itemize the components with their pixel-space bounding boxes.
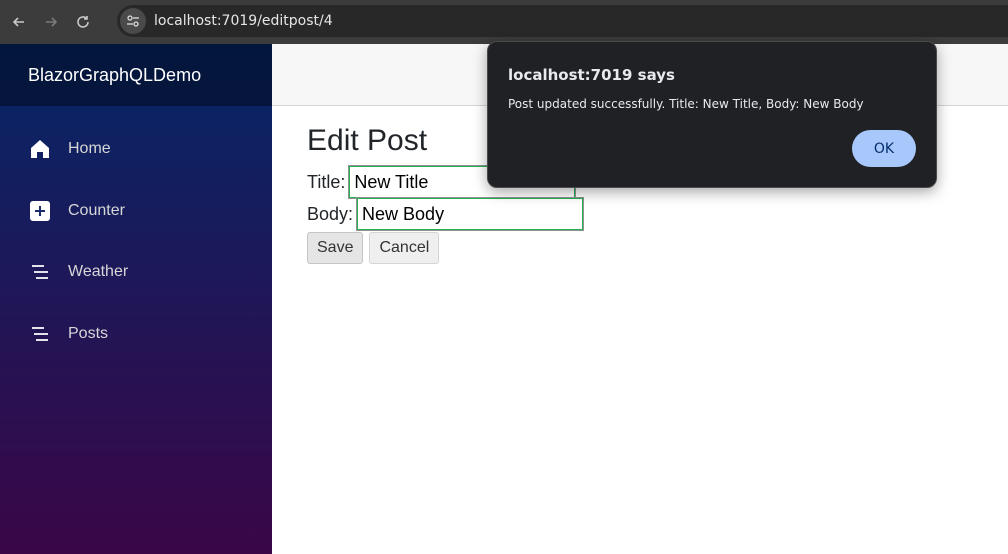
arrow-left-icon [12, 17, 24, 27]
sidebar-item-label: Counter [68, 202, 125, 219]
list-icon [28, 322, 52, 346]
brand-link[interactable]: BlazorGraphQLDemo [28, 65, 201, 86]
brand-bar: BlazorGraphQLDemo [0, 44, 272, 106]
sidebar-item-counter[interactable]: Counter [28, 196, 125, 226]
home-icon [28, 137, 52, 161]
cancel-button[interactable]: Cancel [369, 232, 440, 264]
plus-square-icon [28, 199, 52, 223]
sidebar-item-label: Home [68, 140, 111, 157]
body-label: Body: [307, 203, 354, 224]
tune-icon [127, 15, 139, 27]
ok-button[interactable]: OK [852, 130, 916, 167]
title-label: Title: [307, 171, 346, 192]
dialog-title: localhost:7019 says [508, 66, 675, 84]
arrow-right-icon [46, 17, 58, 27]
dialog-message: Post updated successfully. Title: New Ti… [508, 97, 864, 111]
alert-dialog: localhost:7019 says Post updated success… [487, 41, 937, 188]
sidebar: BlazorGraphQLDemo Home Counter Weather P… [0, 44, 272, 554]
sidebar-item-weather[interactable]: Weather [28, 257, 128, 287]
address-bar[interactable]: localhost:7019/editpost/4 [117, 5, 1008, 37]
reload-icon [77, 16, 89, 28]
sidebar-item-label: Posts [68, 325, 109, 342]
form-buttons: Save Cancel [307, 232, 583, 264]
body-input[interactable] [356, 197, 585, 231]
sidebar-item-label: Weather [68, 263, 129, 280]
save-button[interactable]: Save [307, 232, 364, 264]
reload-button[interactable] [70, 9, 96, 35]
url-text[interactable]: localhost:7019/editpost/4 [154, 13, 333, 29]
list-icon [28, 260, 52, 284]
sidebar-item-posts[interactable]: Posts [28, 319, 108, 349]
site-info-button[interactable] [120, 8, 146, 34]
sidebar-item-home[interactable]: Home [28, 134, 111, 164]
forward-button[interactable] [38, 9, 64, 35]
back-button[interactable] [6, 9, 32, 35]
body-row: Body: [307, 197, 585, 231]
browser-toolbar: localhost:7019/editpost/4 [0, 0, 1008, 44]
